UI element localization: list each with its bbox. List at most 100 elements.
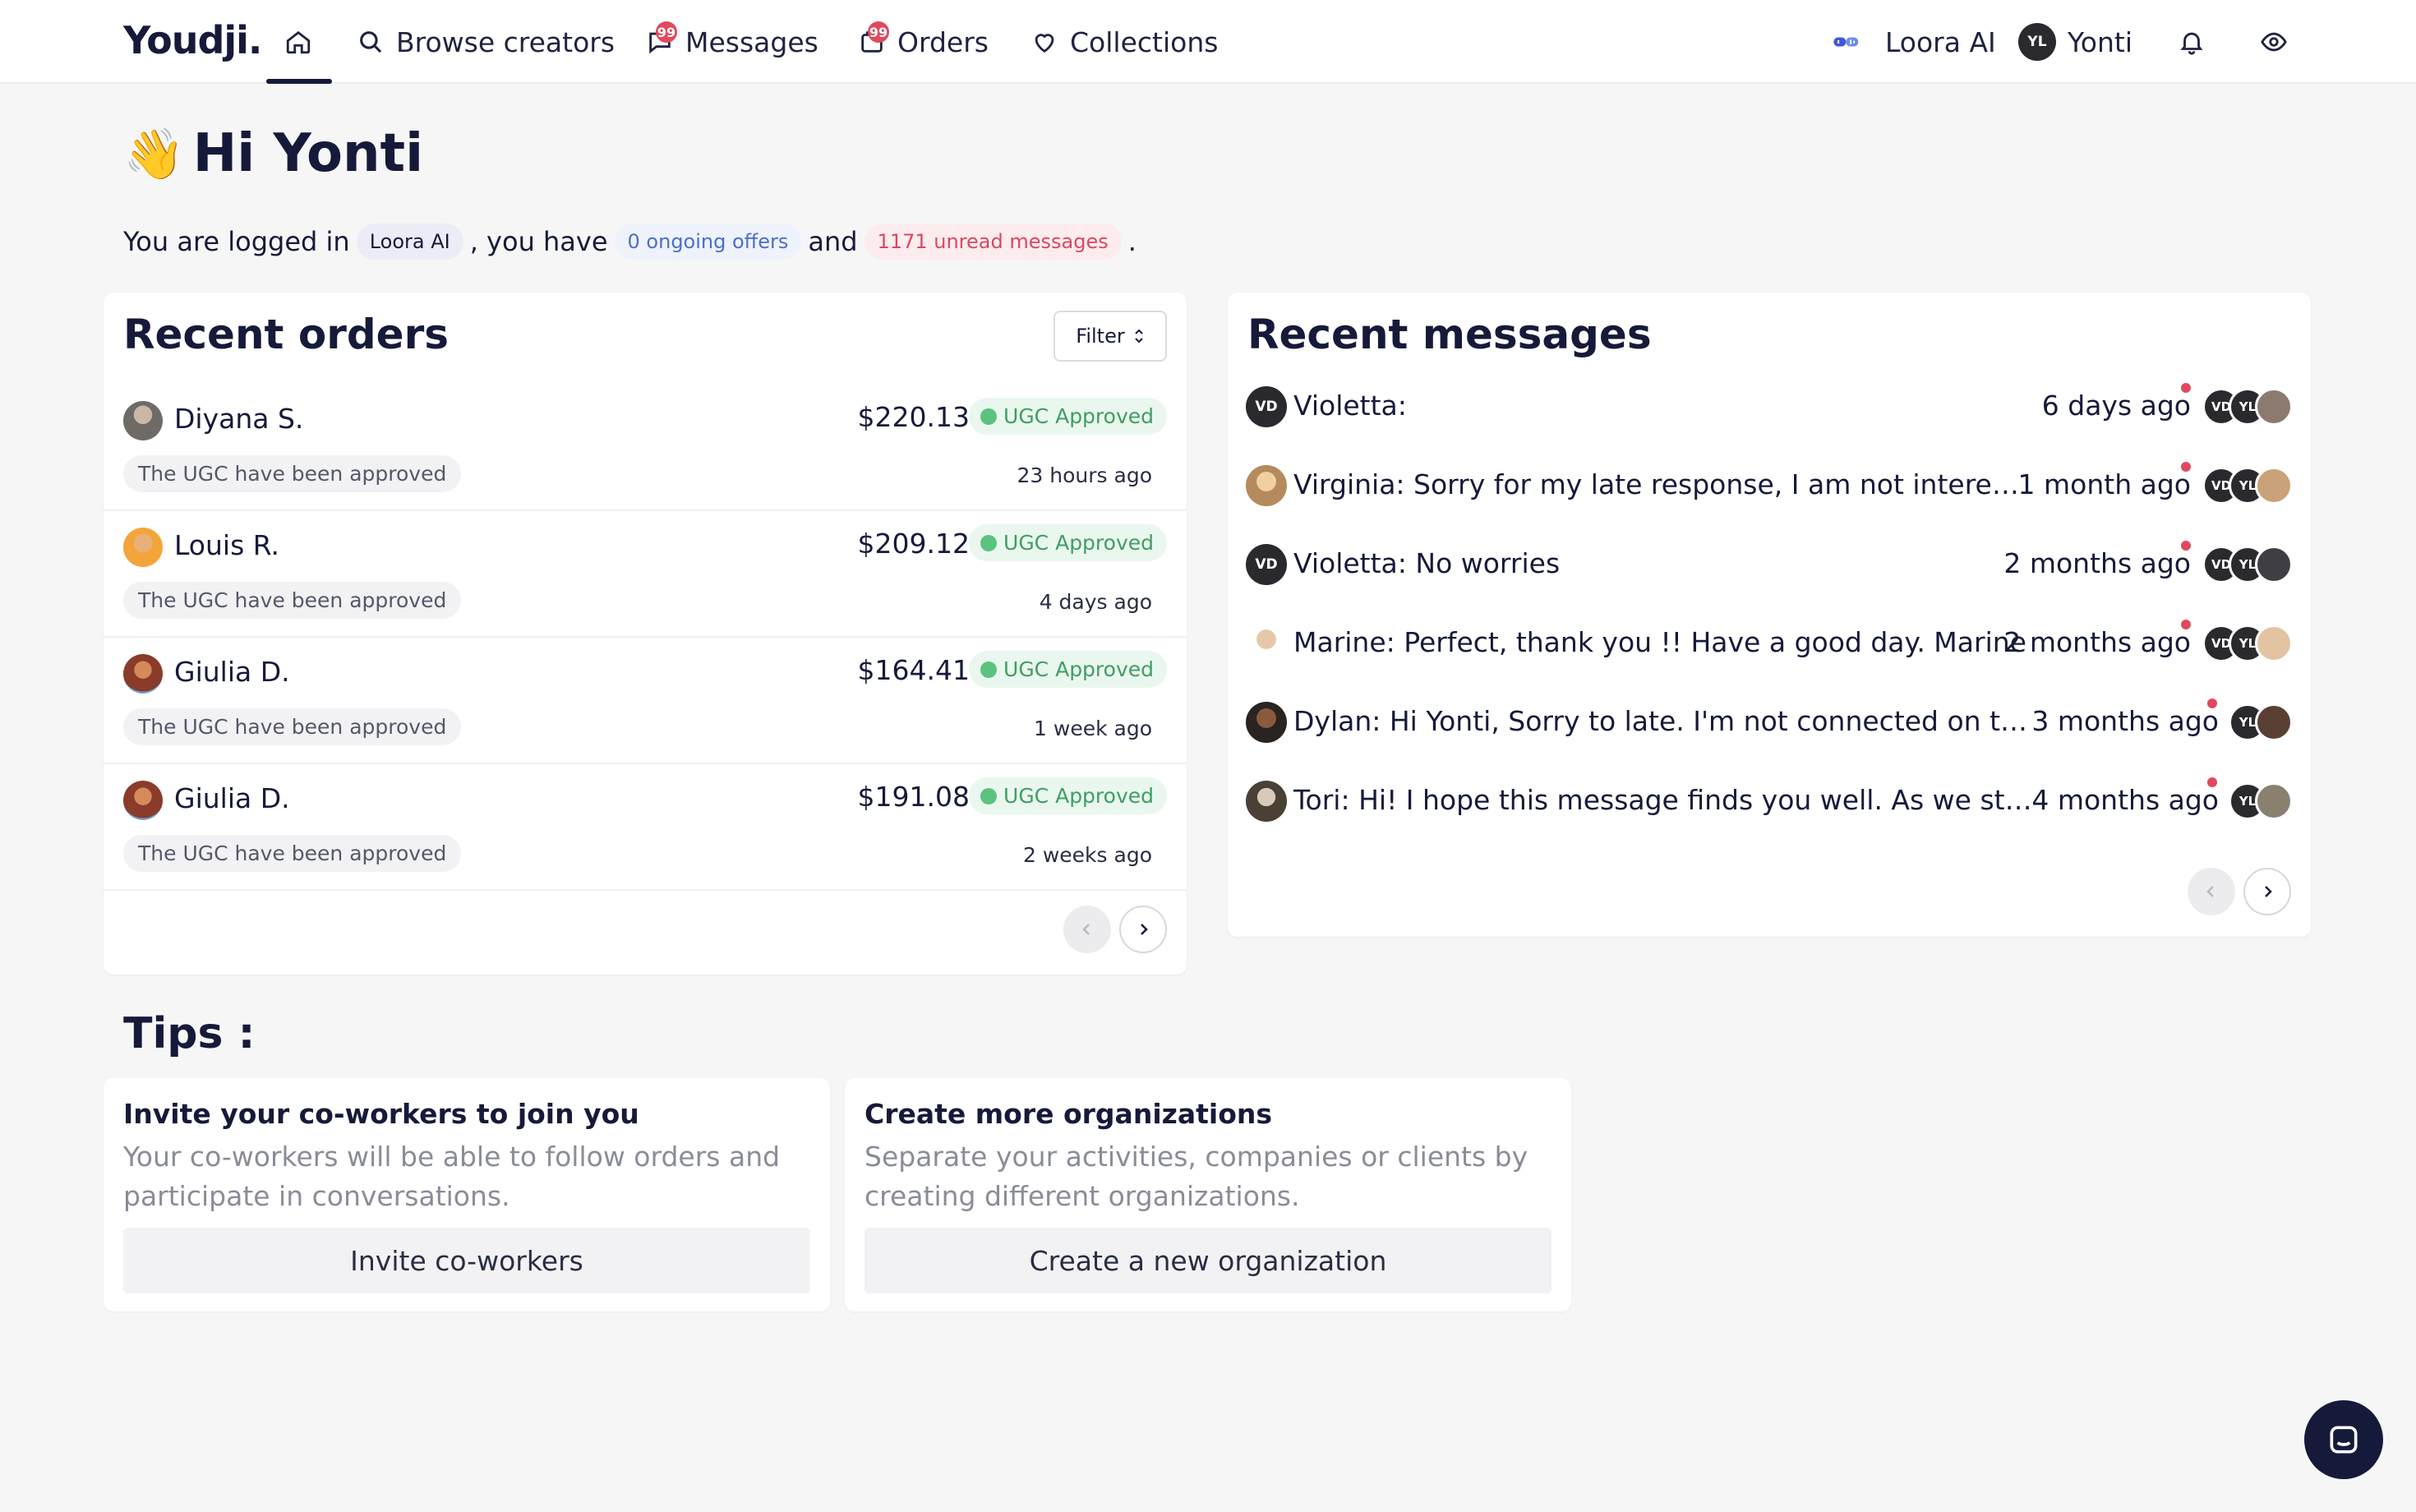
order-row[interactable]: Giulia D. The UGC have been approved $19… [104,764,1187,891]
participants-stack: YL photo [2229,703,2293,741]
logged-prefix: You are logged in [123,226,350,257]
nav-collections[interactable]: Collections [1030,21,1218,62]
and-text: and [808,226,858,257]
youdji-logo[interactable]: Youdji. [123,18,262,62]
participant-photo: photo [2255,782,2293,820]
message-time: 6 days ago [2041,390,2191,422]
recent-orders-title: Recent orders [123,311,449,358]
message-row[interactable]: VD Violetta: No worries 2 months ago VD … [1228,526,2311,605]
nav-home[interactable] [284,21,312,62]
filter-label: Filter [1076,325,1125,348]
status-text: UGC Approved [1003,784,1154,808]
status-dot-icon [980,661,998,678]
order-row[interactable]: Louis R. The UGC have been approved $209… [104,511,1187,638]
order-note: The UGC have been approved [123,708,462,745]
participants-stack: VD YL photo [2202,625,2293,662]
nav-browse-creators[interactable]: Browse creators [357,21,615,62]
user-name: Yonti [2068,25,2132,58]
order-amount: $220.13 [857,401,970,433]
heart-icon [1030,28,1058,56]
active-tab-indicator [266,79,332,84]
nav-collections-label: Collections [1070,25,1219,58]
sender-avatar: VD [1246,386,1287,427]
order-time: 23 hours ago [1017,463,1152,487]
status-text: UGC Approved [1003,531,1154,555]
unread-messages-pill[interactable]: 1171 unread messages [864,224,1122,260]
support-chat-button[interactable] [2304,1400,2383,1479]
status-badge: UGC Approved [969,398,1167,435]
creator-avatar [123,654,163,694]
participant-photo: photo [2255,546,2293,583]
message-time: 4 months ago [2031,784,2219,816]
order-time: 2 weeks ago [1023,843,1152,867]
creator-avatar [123,781,163,820]
status-text: UGC Approved [1003,404,1154,428]
ongoing-offers-pill[interactable]: 0 ongoing offers [614,224,802,260]
sender-avatar: photo [1246,702,1287,743]
tip-card: Create more organizations Separate your … [845,1078,1571,1311]
tip-description: Your co-workers will be able to follow o… [123,1141,781,1212]
orders-next-page-button[interactable] [1119,906,1167,953]
tip-card: Invite your co-workers to join you Your … [104,1078,830,1311]
order-amount: $164.41 [857,654,970,686]
order-amount: $191.08 [857,781,970,813]
creator-name: Diyana S. [174,403,304,435]
orders-badge: 99 [868,21,889,43]
participant-photo: photo [2255,388,2293,426]
message-preview: Dylan: Hi Yonti, Sorry to late. I'm not … [1293,705,2033,737]
order-amount: $209.12 [857,528,970,560]
filter-button[interactable]: Filter [1054,311,1167,362]
creator-name: Giulia D. [174,782,290,814]
order-row[interactable]: Giulia D. The UGC have been approved $16… [104,638,1187,764]
bell-icon [2178,28,2206,56]
order-time: 1 week ago [1034,717,1152,740]
sender-avatar: VD [1246,544,1287,585]
nav-messages[interactable]: 99 Messages [646,21,818,62]
session-summary: You are logged in Loora AI , you have 0 … [123,224,1137,260]
message-row[interactable]: photo Marine: Perfect, thank you !! Have… [1228,605,2311,684]
message-row[interactable]: photo Tori: Hi! I hope this message find… [1228,763,2311,841]
message-time: 2 months ago [2003,547,2191,579]
message-row[interactable]: photo Dylan: Hi Yonti, Sorry to late. I'… [1228,684,2311,763]
status-dot-icon [980,408,998,425]
participant-photo: photo [2255,703,2293,741]
tips-title: Tips : [123,1009,256,1058]
preview-button[interactable] [2260,21,2288,62]
status-text: UGC Approved [1003,657,1154,681]
order-row[interactable]: Diyana S. The UGC have been approved $22… [104,385,1187,511]
create-organization-button[interactable]: Create a new organization [865,1228,1551,1293]
eye-icon [2260,28,2288,56]
orders-prev-page-button[interactable] [1063,906,1111,953]
messages-prev-page-button[interactable] [2188,868,2235,915]
sort-chevrons-icon [1135,329,1143,343]
message-preview: Violetta: [1293,390,1407,422]
tip-title: Invite your co-workers to join you [123,1098,639,1130]
org-name: Loora AI [1885,25,1996,58]
chevron-right-icon [1141,924,1148,935]
org-switcher[interactable]: Loora AI [1833,21,1996,62]
message-row[interactable]: photo Virginia: Sorry for my late respon… [1228,447,2311,526]
chevron-left-icon [1082,924,1090,935]
status-dot-icon [980,534,998,551]
nav-messages-label: Messages [685,25,818,58]
period-text: . [1127,226,1137,257]
orders-icon: 99 [858,21,889,56]
tip-description: Separate your activities, companies or c… [865,1141,1528,1212]
nav-orders[interactable]: 99 Orders [858,21,989,62]
status-badge: UGC Approved [969,651,1167,688]
chevron-left-icon [2206,886,2214,897]
home-icon [284,28,312,56]
user-menu[interactable]: YL Yonti [2018,21,2132,62]
notifications-button[interactable] [2178,21,2206,62]
participants-stack: YL photo [2229,782,2293,820]
greeting-heading: 👋 Hi Yonti [123,123,423,184]
messages-next-page-button[interactable] [2243,868,2291,915]
message-preview: Virginia: Sorry for my late response, I … [1293,468,2033,500]
invite-coworkers-button[interactable]: Invite co-workers [123,1228,810,1293]
status-badge: UGC Approved [969,777,1167,814]
status-dot-icon [980,787,998,804]
creator-avatar [123,528,163,567]
creator-avatar [123,401,163,440]
message-row[interactable]: VD Violetta: 6 days ago VD YL photo [1228,368,2311,447]
order-note: The UGC have been approved [123,582,462,619]
